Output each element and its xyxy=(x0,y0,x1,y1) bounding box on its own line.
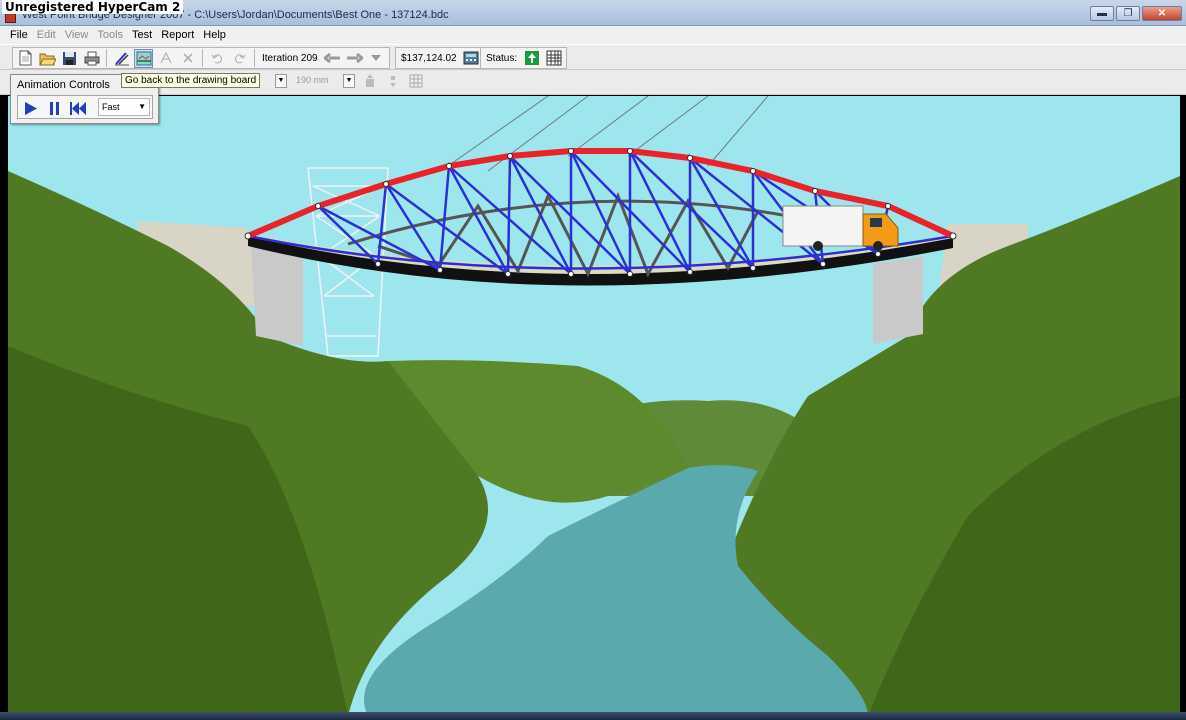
pause-button[interactable] xyxy=(46,99,64,117)
table-grid-icon xyxy=(546,50,562,66)
material-dropdown[interactable]: ▼ xyxy=(275,74,287,88)
arrow-left-icon xyxy=(323,53,340,63)
rewind-button[interactable] xyxy=(69,99,87,117)
undo-button[interactable] xyxy=(208,49,227,68)
status-label: Status: xyxy=(486,52,518,64)
delete-button[interactable] xyxy=(178,49,197,68)
recorder-watermark: Unregistered HyperCam 2 xyxy=(2,0,184,14)
tooltip: Go back to the drawing board xyxy=(121,73,261,88)
animation-controls-body: Fast ▼ xyxy=(17,95,153,119)
save-icon xyxy=(63,51,76,65)
menu-bar: File Edit View Tools Test Report Help xyxy=(0,26,1186,44)
open-file-button[interactable] xyxy=(38,49,57,68)
speed-select[interactable]: Fast ▼ xyxy=(98,98,150,116)
save-button[interactable] xyxy=(60,49,79,68)
menu-test[interactable]: Test xyxy=(132,29,152,41)
speed-value: Fast xyxy=(102,102,120,112)
menu-help[interactable]: Help xyxy=(203,29,226,41)
auto-correct-button[interactable] xyxy=(156,49,175,68)
member-size-value: 190 mm xyxy=(296,75,329,85)
load-test-icon xyxy=(136,51,151,65)
toolbar-separator xyxy=(202,49,203,67)
close-button[interactable]: ✕ xyxy=(1142,6,1182,21)
iteration-label: Iteration 209 xyxy=(262,52,318,64)
decrease-size-icon[interactable] xyxy=(386,74,400,88)
next-iteration-button[interactable] xyxy=(345,49,364,68)
pause-icon xyxy=(50,101,59,115)
status-group: Status: xyxy=(480,47,568,69)
load-test-button[interactable] xyxy=(134,48,153,68)
member-table-icon[interactable] xyxy=(409,74,423,88)
printer-icon xyxy=(84,51,99,65)
new-file-icon xyxy=(19,50,32,66)
toolbar-separator xyxy=(106,49,107,67)
main-toolbar: Iteration 209 $137,124.02 Status: xyxy=(0,44,1186,70)
status-indicator[interactable] xyxy=(522,49,541,68)
left-pier xyxy=(251,244,303,346)
arrow-right-icon xyxy=(346,53,363,63)
cost-value: $137,124.02 xyxy=(401,52,457,64)
increase-size-icon[interactable] xyxy=(363,74,377,88)
play-button[interactable] xyxy=(22,99,40,117)
iteration-dropdown-button[interactable] xyxy=(367,49,386,68)
rewind-icon xyxy=(70,101,86,115)
previous-iteration-button[interactable] xyxy=(323,49,342,68)
load-test-results-button[interactable] xyxy=(544,49,563,68)
load-test-viewport[interactable] xyxy=(8,96,1180,716)
drawing-board-button[interactable] xyxy=(112,49,131,68)
status-ok-icon xyxy=(524,51,539,65)
size-dropdown[interactable]: ▼ xyxy=(343,74,355,88)
redo-icon xyxy=(235,54,246,64)
menu-tools[interactable]: Tools xyxy=(97,29,123,41)
menu-report[interactable]: Report xyxy=(161,29,194,41)
minimize-button[interactable]: ▬ xyxy=(1090,6,1114,21)
open-folder-icon xyxy=(39,53,56,65)
redo-button[interactable] xyxy=(230,49,249,68)
auto-correct-icon xyxy=(160,51,171,64)
cost-report-button[interactable] xyxy=(462,49,481,68)
calculator-icon xyxy=(463,51,479,65)
play-icon xyxy=(25,101,37,115)
menu-view[interactable]: View xyxy=(65,29,89,41)
maximize-button[interactable]: ❐ xyxy=(1116,6,1140,21)
drawing-board-icon xyxy=(114,52,129,66)
animation-controls-title: Animation Controls xyxy=(17,79,110,91)
right-pier xyxy=(873,256,923,344)
file-tools-group: Iteration 209 xyxy=(12,47,390,69)
taskbar xyxy=(0,712,1186,720)
delete-icon xyxy=(182,53,193,63)
undo-icon xyxy=(211,54,222,64)
menu-file[interactable]: File xyxy=(10,29,28,41)
print-button[interactable] xyxy=(82,49,101,68)
cost-group: $137,124.02 xyxy=(395,47,485,69)
chevron-down-icon xyxy=(371,55,382,61)
toolbar-separator xyxy=(254,49,255,67)
chevron-down-icon: ▼ xyxy=(138,102,146,111)
new-file-button[interactable] xyxy=(16,49,35,68)
menu-edit[interactable]: Edit xyxy=(37,29,56,41)
